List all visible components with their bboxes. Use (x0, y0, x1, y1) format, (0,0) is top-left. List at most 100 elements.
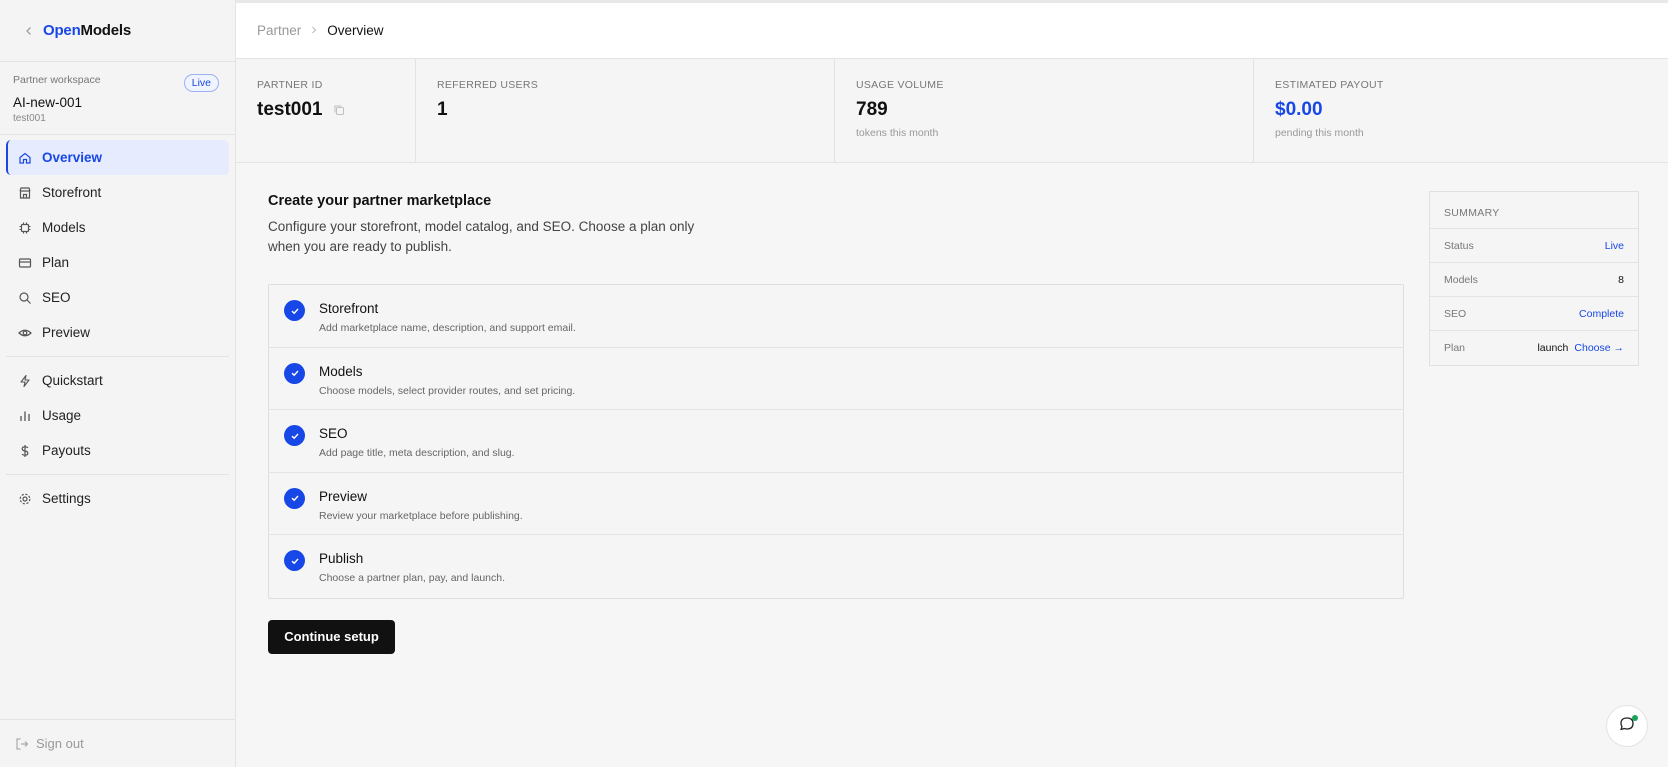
step-text: Publish Choose a partner plan, pay, and … (319, 550, 505, 584)
sidebar-item-seo[interactable]: SEO (6, 280, 229, 315)
stat-value: 1 (437, 99, 448, 120)
summary-row-status: Status Live (1430, 229, 1638, 263)
summary-key: Status (1444, 239, 1474, 252)
nav-group-tertiary: Settings (6, 481, 229, 522)
check-circle-icon (284, 362, 305, 384)
eye-icon (18, 326, 32, 340)
setup-section: Create your partner marketplace Configur… (268, 193, 1404, 654)
content-area: Create your partner marketplace Configur… (236, 163, 1668, 767)
stats-bar: PARTNER ID test001 REFERRED USERS 1 USAG… (236, 59, 1668, 163)
step-title: Models (319, 363, 363, 379)
check-circle-icon (284, 300, 305, 321)
sidebar-item-models[interactable]: Models (6, 210, 229, 245)
stat-label: ESTIMATED PAYOUT (1275, 79, 1384, 91)
sidebar-item-preview[interactable]: Preview (6, 315, 229, 350)
stat-estimated-payout: ESTIMATED PAYOUT $0.00 pending this mont… (1254, 59, 1668, 162)
nav-group-primary: Overview Storefront Models Plan SEO Prev… (6, 140, 229, 357)
summary-key: Plan (1444, 342, 1466, 354)
sidebar-item-label: Usage (42, 408, 82, 423)
step-desc: Choose models, select provider routes, a… (319, 384, 576, 397)
logo[interactable]: OpenModels (43, 22, 131, 39)
summary-key: SEO (1444, 307, 1467, 320)
chat-launcher-button[interactable] (1606, 705, 1648, 747)
step-desc: Choose a partner plan, pay, and launch. (319, 572, 506, 585)
bar-chart-icon (18, 409, 32, 423)
setup-checklist: Storefront Add marketplace name, descrip… (268, 284, 1404, 599)
sidebar-item-settings[interactable]: Settings (6, 481, 229, 516)
check-circle-icon (284, 550, 305, 572)
nav-group-secondary: Quickstart Usage Payouts (6, 363, 229, 475)
sidebar: OpenModels Partner workspace Live AI-new… (0, 0, 236, 767)
step-desc: Review your marketplace before publishin… (319, 509, 523, 522)
summary-heading: SUMMARY (1430, 192, 1638, 229)
sign-out-button[interactable]: Sign out (0, 719, 235, 767)
breadcrumb-parent[interactable]: Partner (257, 23, 301, 38)
stat-sub: tokens this month (856, 127, 939, 139)
app-root: OpenModels Partner workspace Live AI-new… (0, 0, 1668, 767)
stat-label: USAGE VOLUME (856, 79, 944, 91)
breadcrumb-current: Overview (327, 23, 384, 38)
summary-seo-value: Complete (1579, 307, 1624, 320)
step-seo[interactable]: SEO Add page title, meta description, an… (269, 410, 1403, 473)
stat-label: PARTNER ID (257, 79, 323, 91)
setup-title: Create your partner marketplace (268, 193, 492, 209)
bolt-icon (18, 374, 32, 388)
stat-label: REFERRED USERS (437, 79, 539, 91)
summary-row-models: Models 8 (1430, 263, 1638, 297)
sidebar-item-label: Models (42, 220, 86, 235)
sidebar-item-usage[interactable]: Usage (6, 398, 229, 433)
chevron-right-icon (310, 25, 318, 37)
sidebar-item-overview[interactable]: Overview (6, 140, 229, 175)
step-publish[interactable]: Publish Choose a partner plan, pay, and … (269, 535, 1403, 598)
step-text: Preview Review your marketplace before p… (319, 488, 523, 522)
summary-row-plan: Plan launch Choose → (1430, 331, 1638, 365)
sidebar-item-label: Overview (42, 150, 103, 165)
sidebar-item-plan[interactable]: Plan (6, 245, 229, 280)
step-text: Storefront Add marketplace name, descrip… (319, 300, 576, 334)
step-models[interactable]: Models Choose models, select provider ro… (269, 348, 1403, 411)
choose-plan-link[interactable]: Choose → (1574, 342, 1624, 354)
step-storefront[interactable]: Storefront Add marketplace name, descrip… (269, 285, 1403, 348)
sidebar-item-label: SEO (42, 290, 71, 305)
continue-setup-button[interactable]: Continue setup (268, 619, 395, 654)
sidebar-item-payouts[interactable]: Payouts (6, 433, 229, 468)
setup-description: Configure your storefront, model catalog… (268, 219, 695, 254)
workspace-card: Partner workspace Live AI-new-001 test00… (0, 62, 235, 135)
step-desc: Add page title, meta description, and sl… (319, 447, 515, 460)
stat-partner-id: PARTNER ID test001 (236, 59, 416, 162)
dollar-icon (18, 444, 32, 458)
store-icon (18, 186, 32, 200)
sidebar-item-label: Settings (42, 491, 91, 506)
step-title: SEO (319, 426, 348, 442)
sidebar-item-quickstart[interactable]: Quickstart (6, 363, 229, 398)
sidebar-nav: Overview Storefront Models Plan SEO Prev… (0, 135, 235, 533)
summary-models-value: 8 (1618, 273, 1624, 286)
summary-panel: SUMMARY Status Live Models 8 SEO Complet… (1429, 191, 1639, 366)
copy-icon[interactable] (333, 104, 345, 116)
step-title: Storefront (319, 301, 379, 316)
check-circle-icon (284, 487, 305, 509)
summary-row-seo: SEO Complete (1430, 297, 1638, 331)
card-icon (18, 256, 32, 270)
brand-header: OpenModels (0, 0, 235, 62)
sidebar-item-storefront[interactable]: Storefront (6, 175, 229, 210)
main-panel: Partner Overview PARTNER ID test001 REFE… (236, 0, 1668, 767)
logout-icon (15, 737, 29, 751)
step-text: Models Choose models, select provider ro… (319, 363, 575, 397)
online-indicator (1632, 715, 1638, 721)
sign-out-label: Sign out (36, 736, 84, 751)
home-icon (18, 151, 32, 165)
sidebar-item-label: Plan (42, 255, 70, 270)
check-circle-icon (284, 425, 305, 447)
gear-icon (18, 492, 32, 506)
step-preview[interactable]: Preview Review your marketplace before p… (269, 473, 1403, 536)
step-title: Publish (319, 551, 364, 567)
stat-value: $0.00 (1275, 99, 1323, 120)
sidebar-item-label: Quickstart (42, 373, 103, 388)
chevron-left-icon[interactable] (20, 22, 38, 40)
stat-referred-users: REFERRED USERS 1 (416, 59, 835, 162)
sidebar-item-label: Storefront (42, 185, 102, 200)
search-icon (18, 291, 32, 305)
sidebar-item-label: Preview (42, 325, 91, 340)
stat-value: test001 (257, 99, 395, 121)
